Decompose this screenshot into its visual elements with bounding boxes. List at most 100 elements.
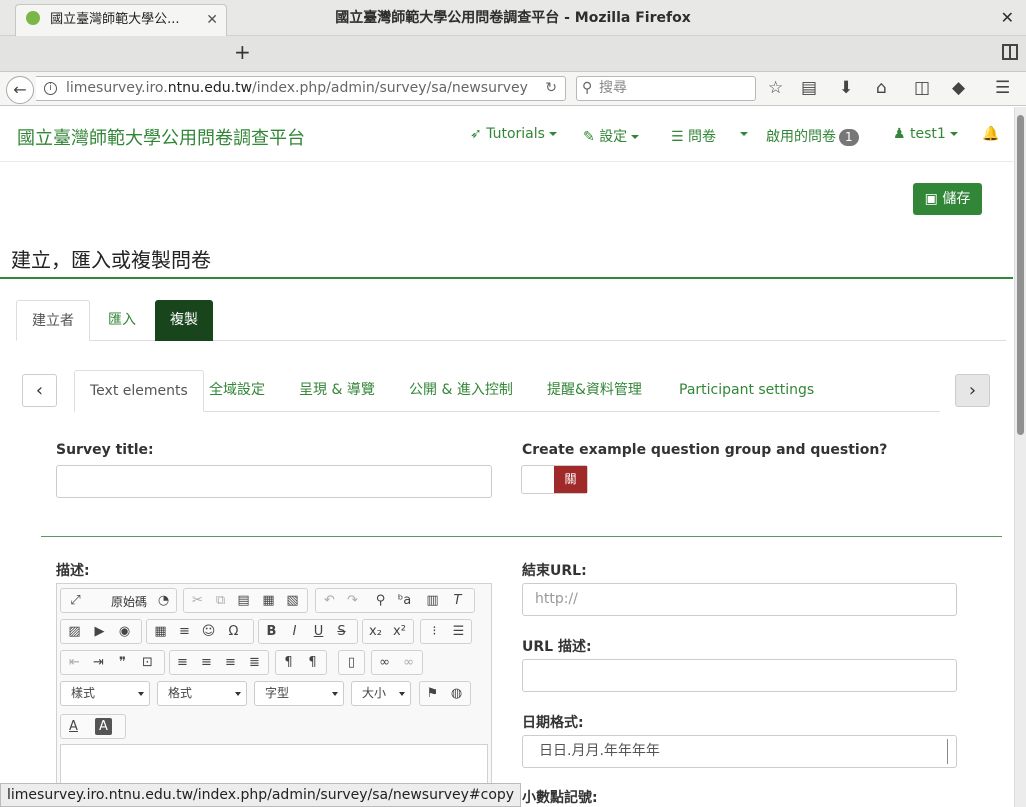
font-combo[interactable]: 字型 (254, 681, 344, 706)
text-direction-ltr-icon[interactable]: ¶ (280, 654, 297, 671)
special-char-icon[interactable]: Ω (225, 623, 242, 640)
superscript-icon[interactable]: x² (391, 623, 408, 640)
end-url-input[interactable]: http:// (522, 583, 957, 616)
new-tab-icon[interactable]: + (234, 40, 251, 64)
pocket-icon[interactable]: ◫ (914, 78, 930, 98)
anchor-flag-icon[interactable]: ⚑ (424, 685, 441, 702)
paste-icon[interactable]: ▤ (235, 592, 252, 609)
notifications-bell-icon[interactable]: 🔔 (982, 126, 999, 142)
section-divider (41, 536, 1002, 537)
chevron-down-icon (949, 132, 958, 136)
url-bar[interactable]: i limesurvey.iro.ntnu.edu.tw/index.php/a… (36, 76, 566, 101)
redo-icon[interactable]: ↷ (344, 592, 361, 609)
tab-create[interactable]: 建立者 (16, 300, 90, 341)
text-color-icon[interactable]: A (65, 718, 82, 735)
format-combo[interactable]: 格式 (157, 681, 247, 706)
browser-tabbar (0, 36, 1026, 72)
select-all-icon[interactable]: ▥ (424, 592, 441, 609)
cut-icon[interactable]: ✂ (189, 592, 206, 609)
subscript-icon[interactable]: x₂ (367, 623, 384, 640)
tab-text-elements[interactable]: Text elements (74, 370, 204, 412)
date-format-select[interactable]: 日日.月月.年年年年 (522, 735, 957, 768)
justify-icon[interactable]: ≣ (246, 654, 263, 671)
reload-icon[interactable]: ↻ (545, 77, 557, 100)
text-direction-rtl-icon[interactable]: ¶ (304, 654, 321, 671)
rocket-icon: ➶ (470, 126, 482, 142)
align-right-icon[interactable]: ≡ (222, 654, 239, 671)
table-icon[interactable]: ▦ (152, 623, 169, 640)
tab-notification[interactable]: 提醒&資料管理 (532, 370, 657, 412)
find-icon[interactable]: ⚲ (372, 592, 389, 609)
url-description-input[interactable] (522, 659, 957, 692)
source-button[interactable]: 原始碼 (111, 593, 147, 610)
paste-text-icon[interactable]: ▦ (260, 592, 277, 609)
menu-tutorials[interactable]: ➶ Tutorials (470, 126, 557, 142)
menu-user[interactable]: ♟ test1 (893, 126, 958, 142)
undo-icon[interactable]: ↶ (321, 592, 338, 609)
toggle-off-label: 關 (554, 466, 587, 493)
align-left-icon[interactable]: ≡ (174, 654, 191, 671)
tab-presentation[interactable]: 呈現 & 導覽 (284, 370, 390, 412)
menu-settings[interactable]: ✎ 設定 (583, 126, 640, 146)
flash-icon[interactable]: ◉ (116, 623, 133, 640)
align-center-icon[interactable]: ≡ (198, 654, 215, 671)
page-scrollbar[interactable] (1014, 107, 1026, 807)
page-break-icon[interactable]: ▯ (343, 654, 360, 671)
tab-participant-settings[interactable]: Participant settings (664, 370, 829, 412)
site-brand[interactable]: 國立臺灣師範大學公用問卷調查平台 (17, 124, 305, 150)
sync-icon[interactable]: ◆ (952, 78, 965, 98)
size-combo[interactable]: 大小 (351, 681, 411, 706)
reading-list-icon[interactable]: ▤ (801, 78, 817, 98)
numbered-list-icon[interactable]: ⁝ (426, 623, 443, 640)
underline-icon[interactable]: U (310, 623, 327, 640)
save-button[interactable]: ▣ 儲存 (913, 183, 982, 215)
unlink-icon[interactable]: ∞ (400, 654, 417, 671)
tab-import[interactable]: 匯入 (93, 300, 151, 341)
italic-icon[interactable]: I (286, 623, 303, 640)
source-plugin-icon[interactable]: ◔ (155, 592, 172, 609)
tab-close-icon[interactable]: ✕ (206, 5, 218, 35)
remove-format-icon[interactable]: T (449, 592, 466, 609)
outdent-icon[interactable]: ⇤ (66, 654, 83, 671)
bookmark-star-icon[interactable]: ☆ (768, 78, 783, 98)
site-info-icon[interactable]: i (44, 82, 57, 95)
tab-general-settings[interactable]: 全域設定 (194, 370, 280, 412)
tabs-scroll-left-button[interactable]: ‹ (22, 374, 57, 407)
tab-copy[interactable]: 複製 (155, 300, 213, 341)
page-scrollbar-thumb[interactable] (1017, 115, 1024, 435)
link-icon[interactable]: ∞ (376, 654, 393, 671)
bulleted-list-icon[interactable]: ☰ (450, 623, 467, 640)
example-question-toggle[interactable]: 關 (521, 465, 588, 494)
replace-icon[interactable]: ᵇa (396, 592, 413, 609)
create-div-icon[interactable]: ⊡ (139, 654, 156, 671)
style-combo[interactable]: 樣式 (60, 681, 150, 706)
browser-search-input[interactable]: ⚲ 搜尋 (576, 76, 756, 101)
smiley-icon[interactable]: ☺ (200, 623, 217, 640)
hamburger-menu-icon[interactable]: ☰ (995, 78, 1010, 98)
indent-icon[interactable]: ⇥ (90, 654, 107, 671)
downloads-icon[interactable]: ⬇ (839, 78, 853, 98)
survey-title-input[interactable] (56, 465, 492, 498)
tab-list-icon[interactable] (1002, 44, 1018, 60)
surveys-dropdown-toggle[interactable] (736, 126, 748, 142)
paste-word-icon[interactable]: ▧ (284, 592, 301, 609)
back-arrow-icon[interactable]: ← (6, 76, 34, 104)
browser-tab[interactable]: 國立臺灣師範大學公... ✕ (15, 4, 227, 36)
maximize-icon[interactable]: ⤢ (67, 592, 84, 609)
image-icon[interactable]: ▨ (66, 623, 83, 640)
video-icon[interactable]: ▶ (91, 623, 108, 640)
background-color-icon[interactable]: A (95, 718, 112, 735)
language-globe-icon[interactable]: ◍ (448, 685, 465, 702)
strikethrough-icon[interactable]: S (333, 623, 350, 640)
tabs-scroll-right-button[interactable]: › (955, 374, 990, 407)
copy-icon[interactable]: ⧉ (212, 592, 229, 609)
horizontal-rule-icon[interactable]: ≡ (176, 623, 193, 640)
save-button-label: 儲存 (942, 191, 971, 207)
blockquote-icon[interactable]: ❞ (114, 654, 131, 671)
bold-icon[interactable]: B (263, 623, 280, 640)
window-close-icon[interactable]: ✕ (1001, 0, 1014, 36)
menu-active-surveys[interactable]: 啟用的問卷 1 (766, 126, 859, 146)
tab-publication[interactable]: 公開 & 進入控制 (394, 370, 528, 412)
home-icon[interactable]: ⌂ (876, 78, 887, 98)
menu-surveys[interactable]: ☰ 問卷 (671, 126, 716, 146)
